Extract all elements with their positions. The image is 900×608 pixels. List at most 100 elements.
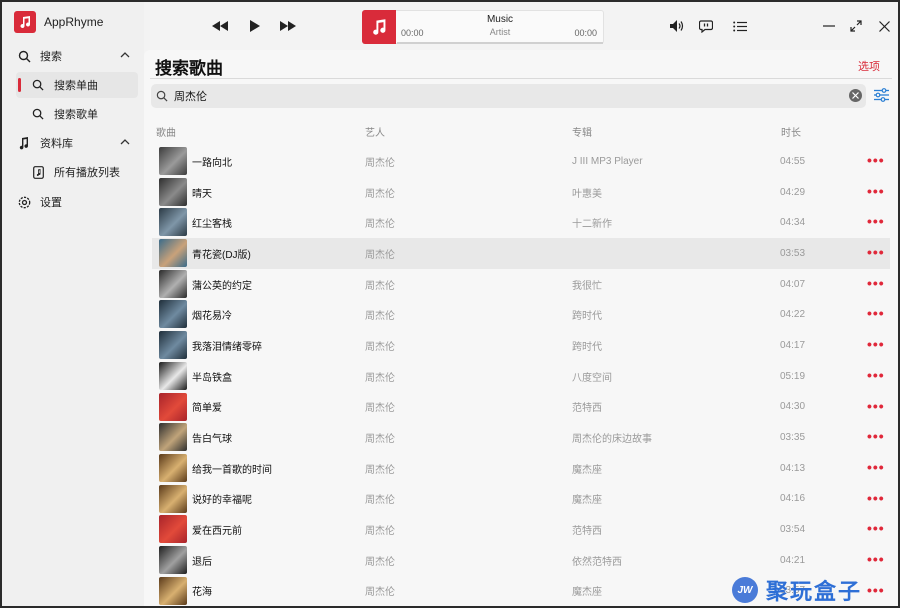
more-options-button[interactable]: •••: [867, 552, 885, 566]
album-cover: [159, 177, 187, 206]
song-album: 周杰伦的床边故事: [572, 434, 652, 446]
column-header-artist[interactable]: 艺人: [365, 124, 385, 139]
more-options-button[interactable]: •••: [867, 368, 885, 382]
table-row[interactable]: 蒲公英的约定 周杰伦 我很忙 04:07 •••: [152, 269, 890, 300]
column-header-album[interactable]: 专辑: [572, 124, 592, 139]
play-icon: [249, 20, 260, 32]
album-cover: [159, 392, 187, 421]
table-row[interactable]: 青花瓷(DJ版) 周杰伦 03:53 •••: [152, 238, 890, 269]
album-cover: [159, 331, 187, 360]
table-row[interactable]: 烟花易冷 周杰伦 跨时代 04:22 •••: [152, 299, 890, 330]
song-duration: 05:19: [780, 370, 806, 382]
previous-icon: [212, 21, 228, 31]
song-duration: 04:29: [780, 186, 806, 198]
more-options-button[interactable]: •••: [867, 337, 885, 351]
search-input[interactable]: [174, 90, 794, 102]
more-options-button[interactable]: •••: [867, 184, 885, 198]
next-icon: [280, 21, 296, 31]
song-album: 叶惠美: [572, 188, 602, 200]
filter-button[interactable]: [874, 88, 889, 105]
music-note-icon: [20, 16, 31, 29]
song-duration: 04:34: [780, 217, 806, 229]
options-button[interactable]: 选项: [858, 58, 880, 74]
table-row[interactable]: 给我一首歌的时间 周杰伦 魔杰座 04:13 •••: [152, 453, 890, 484]
table-row[interactable]: 爱在西元前 周杰伦 范特西 03:54 •••: [152, 514, 890, 545]
song-album: 跨时代: [572, 341, 602, 353]
song-album: 魔杰座: [572, 464, 602, 476]
close-button[interactable]: [872, 16, 896, 36]
more-options-button[interactable]: •••: [867, 276, 885, 290]
previous-button[interactable]: [208, 16, 232, 36]
song-album: 八度空间: [572, 372, 612, 384]
song-artist: 周杰伦: [365, 526, 395, 538]
table-row[interactable]: 红尘客栈 周杰伦 十二新作 04:34 •••: [152, 207, 890, 238]
more-options-button[interactable]: •••: [867, 153, 885, 167]
maximize-button[interactable]: [844, 16, 868, 36]
more-options-button[interactable]: •••: [867, 399, 885, 413]
sidebar-item-search-playlist[interactable]: 搜索歌单: [16, 101, 138, 127]
lyrics-icon: [699, 19, 713, 33]
chevron-up-icon[interactable]: [120, 136, 130, 150]
play-button[interactable]: [242, 16, 266, 36]
total-time: 00:00: [574, 28, 597, 38]
volume-icon: [669, 20, 683, 32]
table-row[interactable]: 晴天 周杰伦 叶惠美 04:29 •••: [152, 177, 890, 208]
playlist-icon: [28, 165, 48, 179]
song-title: 简单爱: [192, 403, 222, 415]
search-icon: [28, 108, 48, 120]
progress-bar[interactable]: [397, 42, 603, 44]
table-row[interactable]: 简单爱 周杰伦 范特西 04:30 •••: [152, 392, 890, 423]
lyrics-button[interactable]: [694, 16, 718, 36]
filter-icon: [874, 88, 889, 102]
app-window: AppRhyme 搜索 搜索单曲 搜索歌单 资料库 所有播放列表 设置 Musi…: [2, 2, 898, 606]
sidebar-item-label: 所有播放列表: [54, 167, 120, 179]
album-cover: [159, 239, 187, 268]
current-time: 00:00: [401, 28, 424, 38]
sidebar-item-all-playlists[interactable]: 所有播放列表: [16, 159, 138, 185]
song-duration: 03:35: [780, 432, 806, 444]
more-options-button[interactable]: •••: [867, 491, 885, 505]
sidebar-item-library[interactable]: 资料库: [8, 130, 138, 156]
album-cover: [159, 484, 187, 513]
song-title: 告白气球: [192, 434, 232, 446]
sidebar-item-search-single[interactable]: 搜索单曲: [16, 72, 138, 98]
table-row[interactable]: 半岛铁盒 周杰伦 八度空间 05:19 •••: [152, 361, 890, 392]
queue-button[interactable]: [728, 16, 752, 36]
minimize-button[interactable]: [817, 16, 841, 36]
more-options-button[interactable]: •••: [867, 306, 885, 320]
more-options-button[interactable]: •••: [867, 245, 885, 259]
now-playing[interactable]: Music Artist 00:00 00:00: [362, 10, 604, 44]
now-playing-cover: [362, 10, 396, 44]
table-row[interactable]: 一路向北 周杰伦 J III MP3 Player 04:55 •••: [152, 146, 890, 177]
more-options-button[interactable]: •••: [867, 460, 885, 474]
sidebar-item-search[interactable]: 搜索: [8, 43, 138, 69]
more-options-button[interactable]: •••: [867, 429, 885, 443]
search-bar[interactable]: [151, 84, 866, 108]
more-options-button[interactable]: •••: [867, 583, 885, 597]
song-artist: 周杰伦: [365, 372, 395, 384]
song-title: 红尘客栈: [192, 219, 232, 231]
search-icon: [156, 90, 168, 102]
song-title: 退后: [192, 556, 212, 568]
sidebar: AppRhyme 搜索 搜索单曲 搜索歌单 资料库 所有播放列表 设置: [2, 2, 144, 606]
chevron-up-icon[interactable]: [120, 49, 130, 63]
table-row[interactable]: 退后 周杰伦 依然范特西 04:21 •••: [152, 545, 890, 576]
sidebar-item-settings[interactable]: 设置: [8, 189, 138, 215]
more-options-button[interactable]: •••: [867, 214, 885, 228]
song-title: 烟花易冷: [192, 311, 232, 323]
column-header-song[interactable]: 歌曲: [156, 124, 176, 139]
song-duration: 03:53: [780, 247, 806, 259]
clear-search-button[interactable]: [849, 89, 862, 102]
table-row[interactable]: 告白气球 周杰伦 周杰伦的床边故事 03:35 •••: [152, 422, 890, 453]
song-artist: 周杰伦: [365, 311, 395, 323]
maximize-icon: [850, 20, 862, 32]
more-options-button[interactable]: •••: [867, 521, 885, 535]
table-row[interactable]: 我落泪情绪零碎 周杰伦 跨时代 04:17 •••: [152, 330, 890, 361]
volume-button[interactable]: [665, 16, 689, 36]
table-row[interactable]: 说好的幸福呢 周杰伦 魔杰座 04:16 •••: [152, 484, 890, 515]
column-header-duration[interactable]: 时长: [781, 124, 801, 139]
song-title: 我落泪情绪零碎: [192, 341, 262, 353]
song-title: 晴天: [192, 188, 212, 200]
app-logo: [14, 11, 36, 33]
next-button[interactable]: [276, 16, 300, 36]
